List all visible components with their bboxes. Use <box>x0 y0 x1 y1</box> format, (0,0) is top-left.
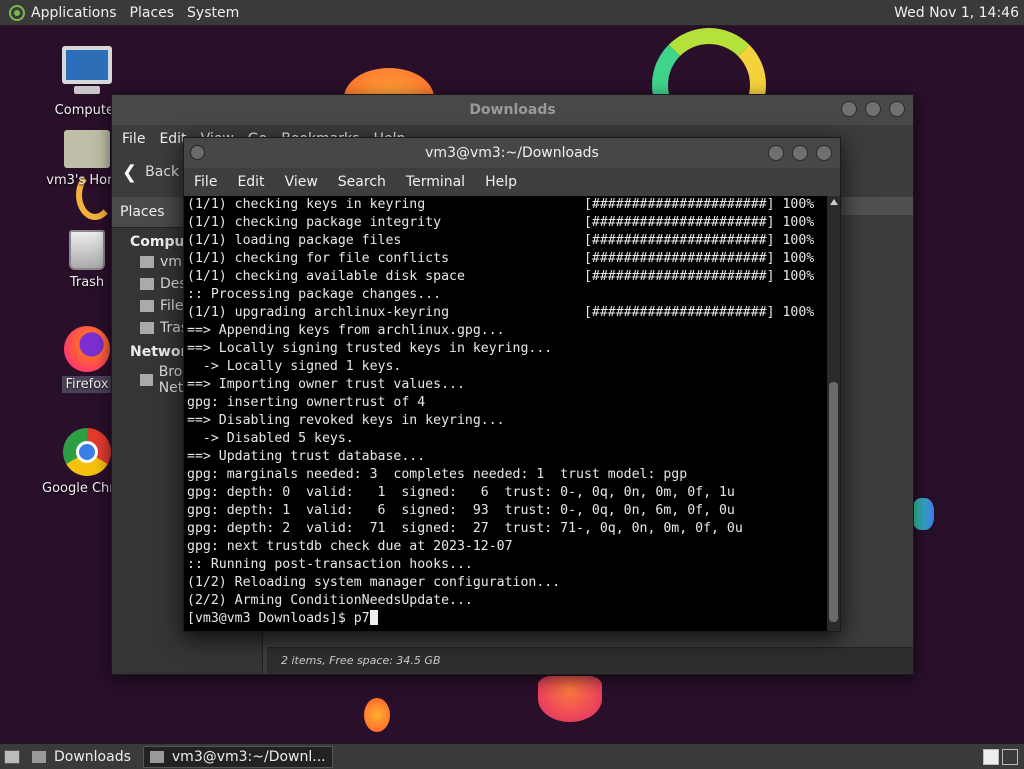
terminal-title: vm3@vm3:~/Downloads <box>425 145 599 161</box>
folder-icon <box>32 750 46 763</box>
minimize-button[interactable] <box>768 145 784 161</box>
window-menu-button[interactable] <box>190 145 205 160</box>
bottom-panel: Downloads vm3@vm3:~/Downl... <box>0 743 1024 769</box>
terminal-line: (1/1) checking for file conflicts [#####… <box>187 251 815 266</box>
menu-places[interactable]: Places <box>130 5 175 21</box>
terminal-line: (1/1) loading package files [###########… <box>187 233 815 248</box>
terminal-line: gpg: depth: 1 valid: 6 signed: 93 trust:… <box>187 503 735 518</box>
close-button[interactable] <box>816 145 832 161</box>
terminal-line: gpg: next trustdb check due at 2023-12-0… <box>187 539 513 554</box>
terminal-line: ==> Locally signing trusted keys in keyr… <box>187 341 553 356</box>
terminal-line: -> Locally signed 1 keys. <box>187 359 402 374</box>
shell-prompt: [vm3@vm3 Downloads]$ <box>187 611 354 626</box>
terminal-line: gpg: marginals needed: 3 completes neede… <box>187 467 688 482</box>
maximize-button[interactable] <box>865 101 881 117</box>
scroll-up-arrow-icon[interactable] <box>830 199 838 205</box>
terminal-line: gpg: depth: 0 valid: 1 signed: 6 trust: … <box>187 485 735 500</box>
trash-icon <box>140 322 154 334</box>
status-bar: 2 items, Free space: 34.5 GB <box>267 647 913 674</box>
terminal-line: ==> Appending keys from archlinux.gpg... <box>187 323 505 338</box>
wallpaper-small-shape <box>364 698 390 732</box>
fm-menu-file[interactable]: File <box>122 131 145 147</box>
terminal-line: gpg: inserting ownertrust of 4 <box>187 395 426 410</box>
text-cursor <box>369 610 378 625</box>
window-controls <box>841 101 905 117</box>
wallpaper-pink-shape <box>538 676 602 722</box>
term-menu-view[interactable]: View <box>285 174 318 190</box>
location-bar <box>841 197 913 215</box>
term-menu-search[interactable]: Search <box>338 174 386 190</box>
top-panel: Applications Places System Wed Nov 1, 14… <box>0 0 1024 26</box>
distro-logo-icon[interactable] <box>9 4 25 21</box>
terminal-icon <box>149 750 164 763</box>
wallpaper-teal-shape <box>912 498 934 530</box>
workspace-1[interactable] <box>983 748 999 765</box>
terminal-line: :: Running post-transaction hooks... <box>187 557 473 572</box>
back-arrow-icon[interactable]: ❮ <box>122 162 137 183</box>
terminal-line: (1/1) checking keys in keyring [########… <box>187 197 815 212</box>
home-icon <box>140 256 154 268</box>
menu-applications[interactable]: Applications <box>31 5 117 21</box>
command-input[interactable]: p7 <box>354 611 370 626</box>
terminal-line: (1/1) checking package integrity [######… <box>187 215 815 230</box>
scrollbar-thumb[interactable] <box>829 382 838 622</box>
terminal-line: ==> Updating trust database... <box>187 449 426 464</box>
term-menu-help[interactable]: Help <box>485 174 517 190</box>
computer-icon <box>62 46 112 94</box>
taskbar-item-label: vm3@vm3:~/Downl... <box>171 748 326 765</box>
terminal-line: (2/2) Arming ConditionNeedsUpdate... <box>187 593 473 608</box>
trash-icon <box>69 230 105 270</box>
term-menu-edit[interactable]: Edit <box>237 174 264 190</box>
terminal-line: ==> Disabling revoked keys in keyring... <box>187 413 505 428</box>
terminal-titlebar[interactable]: vm3@vm3:~/Downloads <box>184 138 840 168</box>
terminal-line: (1/1) upgrading archlinux-keyring [#####… <box>187 305 815 320</box>
window-controls <box>768 145 832 161</box>
terminal-line: (1/2) Reloading system manager configura… <box>187 575 561 590</box>
back-button[interactable]: Back <box>145 164 179 180</box>
home-folder-icon <box>64 130 110 168</box>
terminal-prompt-line[interactable]: [vm3@vm3 Downloads]$ p7 <box>184 610 827 628</box>
drive-icon <box>140 300 154 312</box>
chrome-icon <box>63 428 111 476</box>
close-button[interactable] <box>889 101 905 117</box>
desktop-icon <box>140 278 154 290</box>
terminal-window[interactable]: vm3@vm3:~/Downloads File Edit View Searc… <box>183 137 841 632</box>
maximize-button[interactable] <box>792 145 808 161</box>
terminal-scrollbar[interactable] <box>827 196 840 631</box>
workspace-2[interactable] <box>1002 748 1018 765</box>
taskbar-item-downloads[interactable]: Downloads <box>26 746 137 768</box>
terminal-line: gpg: depth: 2 valid: 71 signed: 27 trust… <box>187 521 743 536</box>
desktop-icon-label: Trash <box>69 275 105 290</box>
network-icon <box>140 374 153 386</box>
file-manager-title[interactable]: Downloads <box>112 95 913 125</box>
menu-system[interactable]: System <box>187 5 239 21</box>
minimize-button[interactable] <box>841 101 857 117</box>
terminal-line: ==> Importing owner trust values... <box>187 377 465 392</box>
terminal-output[interactable]: (1/1) checking keys in keyring [########… <box>184 196 827 631</box>
terminal-line: -> Disabled 5 keys. <box>187 431 354 446</box>
workspace-switcher <box>983 748 1018 765</box>
taskbar-item-label: Downloads <box>54 748 131 765</box>
term-menu-file[interactable]: File <box>194 174 217 190</box>
show-desktop-icon[interactable] <box>4 749 20 764</box>
terminal-line: :: Processing package changes... <box>187 287 442 302</box>
taskbar-item-terminal[interactable]: vm3@vm3:~/Downl... <box>142 745 333 768</box>
term-menu-terminal[interactable]: Terminal <box>406 174 465 190</box>
terminal-menubar: File Edit View Search Terminal Help <box>184 168 840 196</box>
terminal-line: (1/1) checking available disk space [###… <box>187 269 815 284</box>
firefox-icon <box>64 326 110 372</box>
clock[interactable]: Wed Nov 1, 14:46 <box>894 5 1019 21</box>
desktop-icon-label: Firefox <box>62 376 112 393</box>
